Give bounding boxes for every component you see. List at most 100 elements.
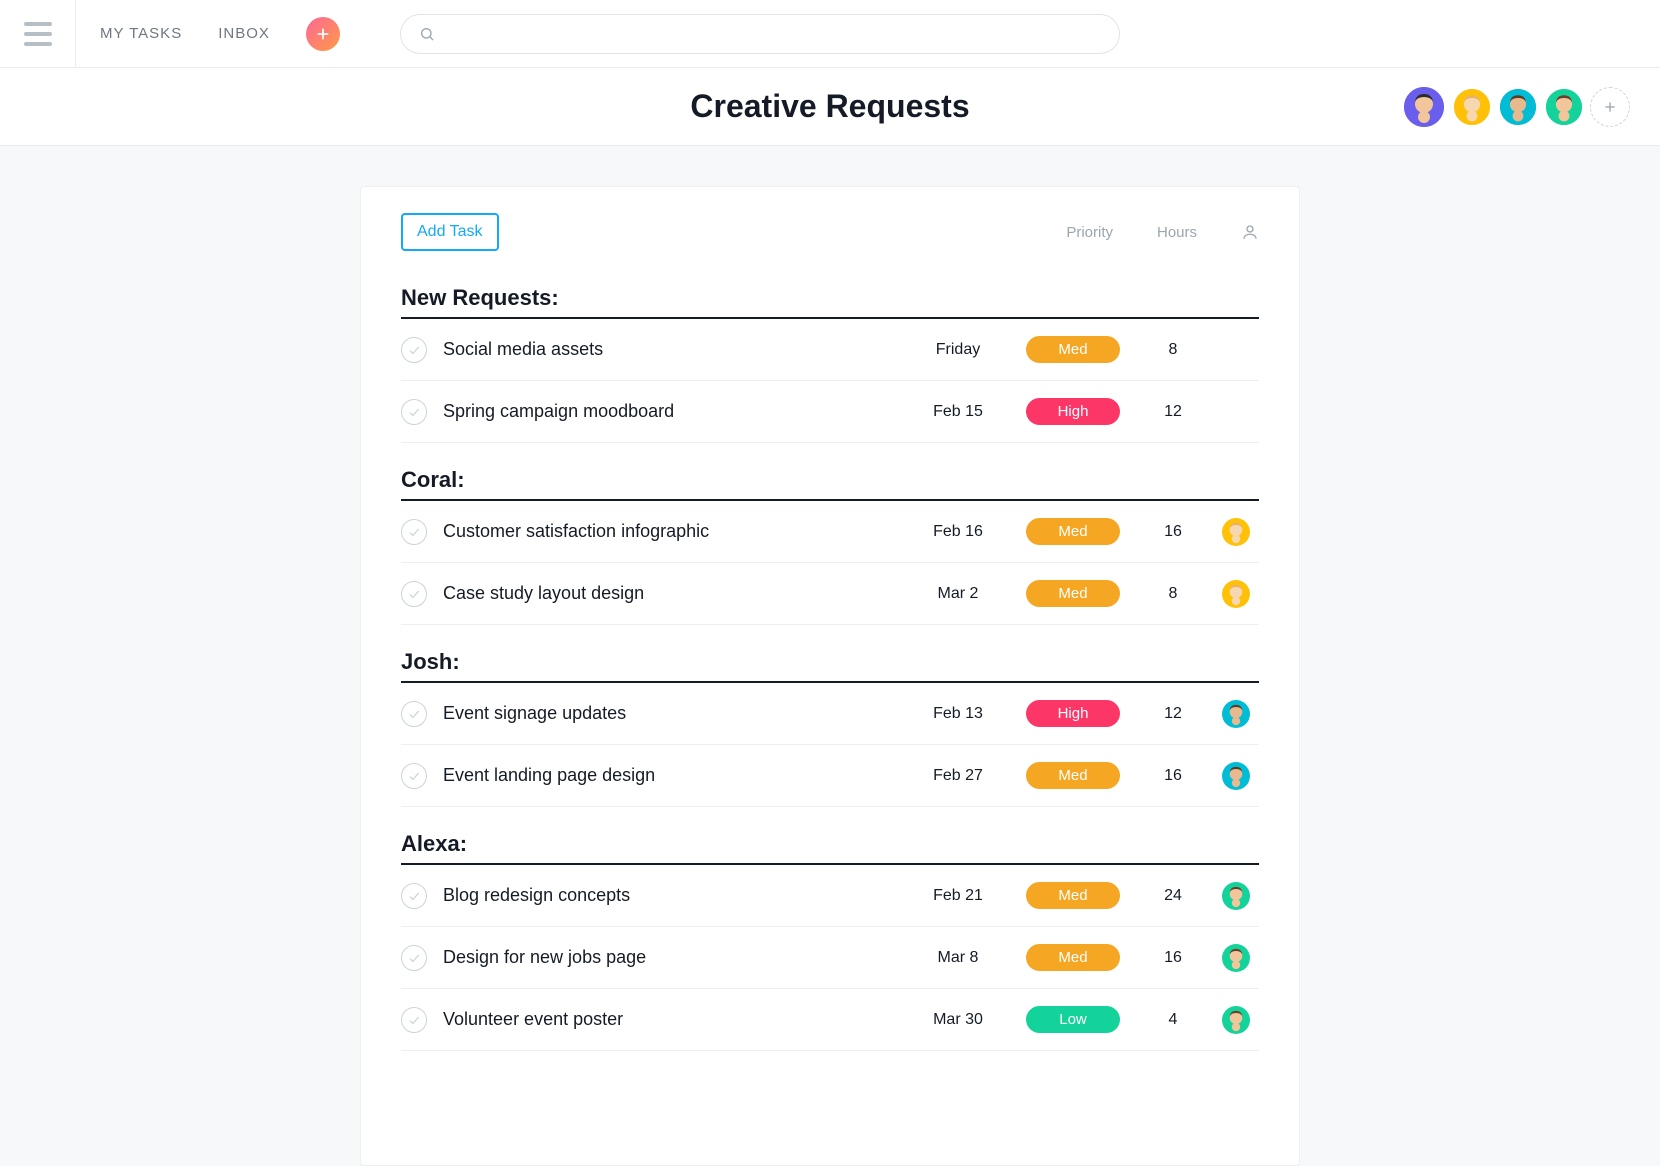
complete-checkbox[interactable] xyxy=(401,883,427,909)
task-priority[interactable]: Med xyxy=(1013,882,1133,909)
task-hours[interactable]: 12 xyxy=(1133,403,1213,421)
search-field[interactable] xyxy=(400,14,1120,54)
section-title[interactable]: Coral: xyxy=(401,467,1259,501)
task-title[interactable]: Event signage updates xyxy=(443,703,903,724)
task-due-date[interactable]: Friday xyxy=(903,341,1013,359)
sidebar-toggle[interactable] xyxy=(0,0,76,68)
priority-pill: Med xyxy=(1026,762,1120,789)
task-title[interactable]: Volunteer event poster xyxy=(443,1009,903,1030)
priority-pill: Low xyxy=(1026,1006,1120,1033)
nav-inbox[interactable]: INBOX xyxy=(218,25,270,42)
task-due-date[interactable]: Feb 27 xyxy=(903,767,1013,785)
task-row[interactable]: Event signage updatesFeb 13High12 xyxy=(401,683,1259,745)
task-row[interactable]: Volunteer event posterMar 30 Low 4 xyxy=(401,989,1259,1051)
task-priority[interactable]: Med xyxy=(1013,518,1133,545)
task-hours[interactable]: 12 xyxy=(1133,705,1213,723)
top-nav: MY TASKS INBOX xyxy=(0,0,1660,68)
assignee-avatar xyxy=(1222,518,1250,546)
assignee-avatar xyxy=(1222,700,1250,728)
task-assignee[interactable] xyxy=(1213,580,1259,608)
task-title[interactable]: Spring campaign moodboard xyxy=(443,401,903,422)
task-row[interactable]: Case study layout designMar 2 Med 8 xyxy=(401,563,1259,625)
task-due-date[interactable]: Mar 8 xyxy=(903,949,1013,967)
complete-checkbox[interactable] xyxy=(401,399,427,425)
project-members xyxy=(1402,85,1630,129)
priority-pill: Med xyxy=(1026,580,1120,607)
complete-checkbox[interactable] xyxy=(401,337,427,363)
member-avatar[interactable] xyxy=(1452,87,1492,127)
task-title[interactable]: Case study layout design xyxy=(443,583,903,604)
task-priority[interactable]: Med xyxy=(1013,762,1133,789)
task-due-date[interactable]: Feb 16 xyxy=(903,523,1013,541)
task-assignee[interactable] xyxy=(1213,1006,1259,1034)
priority-pill: Med xyxy=(1026,882,1120,909)
assignee-avatar xyxy=(1222,1006,1250,1034)
task-assignee[interactable] xyxy=(1213,882,1259,910)
complete-checkbox[interactable] xyxy=(401,945,427,971)
panel-header: Add Task Priority Hours xyxy=(361,187,1299,251)
task-assignee[interactable] xyxy=(1213,944,1259,972)
section-title[interactable]: Alexa: xyxy=(401,831,1259,865)
global-add-button[interactable] xyxy=(306,17,340,51)
task-title[interactable]: Event landing page design xyxy=(443,765,903,786)
task-title[interactable]: Social media assets xyxy=(443,339,903,360)
task-row[interactable]: Social media assetsFridayMed8 xyxy=(401,319,1259,381)
col-header-priority: Priority xyxy=(1066,224,1113,241)
column-headers: Priority Hours xyxy=(1066,223,1259,241)
col-header-hours: Hours xyxy=(1157,224,1197,241)
complete-checkbox[interactable] xyxy=(401,701,427,727)
add-member-button[interactable] xyxy=(1590,87,1630,127)
task-hours[interactable]: 8 xyxy=(1133,585,1213,603)
section: Alexa: Blog redesign conceptsFeb 21 Med 24 D… xyxy=(401,831,1259,1051)
member-avatar[interactable] xyxy=(1402,85,1446,129)
member-avatar[interactable] xyxy=(1544,87,1584,127)
task-hours[interactable]: 16 xyxy=(1133,767,1213,785)
section-title[interactable]: Josh: xyxy=(401,649,1259,683)
task-priority[interactable]: High xyxy=(1013,398,1133,425)
assignee-avatar xyxy=(1222,882,1250,910)
task-row[interactable]: Blog redesign conceptsFeb 21 Med 24 xyxy=(401,865,1259,927)
member-avatar[interactable] xyxy=(1498,87,1538,127)
task-assignee[interactable] xyxy=(1213,518,1259,546)
section: Josh:Event signage updatesFeb 13High12Ev… xyxy=(401,649,1259,807)
task-hours[interactable]: 16 xyxy=(1133,523,1213,541)
task-due-date[interactable]: Feb 21 xyxy=(903,887,1013,905)
complete-checkbox[interactable] xyxy=(401,1007,427,1033)
task-hours[interactable]: 16 xyxy=(1133,949,1213,967)
task-due-date[interactable]: Feb 15 xyxy=(903,403,1013,421)
task-due-date[interactable]: Mar 2 xyxy=(903,585,1013,603)
task-title[interactable]: Design for new jobs page xyxy=(443,947,903,968)
task-hours[interactable]: 8 xyxy=(1133,341,1213,359)
task-due-date[interactable]: Mar 30 xyxy=(903,1011,1013,1029)
section-title[interactable]: New Requests: xyxy=(401,285,1259,319)
search-icon xyxy=(419,26,435,42)
task-row[interactable]: Spring campaign moodboardFeb 15High12 xyxy=(401,381,1259,443)
priority-pill: Med xyxy=(1026,518,1120,545)
project-header: Creative Requests xyxy=(0,68,1660,146)
complete-checkbox[interactable] xyxy=(401,763,427,789)
task-assignee[interactable] xyxy=(1213,700,1259,728)
task-row[interactable]: Event landing page designFeb 27 Med 16 xyxy=(401,745,1259,807)
task-hours[interactable]: 24 xyxy=(1133,887,1213,905)
task-title[interactable]: Customer satisfaction infographic xyxy=(443,521,903,542)
task-priority[interactable]: Med xyxy=(1013,944,1133,971)
add-task-button[interactable]: Add Task xyxy=(401,213,499,251)
assignee-avatar xyxy=(1222,762,1250,790)
nav-my-tasks[interactable]: MY TASKS xyxy=(100,25,182,42)
search-input[interactable] xyxy=(445,25,1101,42)
task-row[interactable]: Design for new jobs pageMar 8Med16 xyxy=(401,927,1259,989)
task-priority[interactable]: Low xyxy=(1013,1006,1133,1033)
content-area: Add Task Priority Hours New Requests:Soc… xyxy=(0,146,1660,1166)
hamburger-icon xyxy=(24,22,52,46)
task-priority[interactable]: Med xyxy=(1013,336,1133,363)
task-assignee[interactable] xyxy=(1213,762,1259,790)
section: New Requests:Social media assetsFridayMe… xyxy=(401,285,1259,443)
task-title[interactable]: Blog redesign concepts xyxy=(443,885,903,906)
complete-checkbox[interactable] xyxy=(401,581,427,607)
task-row[interactable]: Customer satisfaction infographicFeb 16 M… xyxy=(401,501,1259,563)
task-due-date[interactable]: Feb 13 xyxy=(903,705,1013,723)
task-priority[interactable]: Med xyxy=(1013,580,1133,607)
task-hours[interactable]: 4 xyxy=(1133,1011,1213,1029)
task-priority[interactable]: High xyxy=(1013,700,1133,727)
complete-checkbox[interactable] xyxy=(401,519,427,545)
